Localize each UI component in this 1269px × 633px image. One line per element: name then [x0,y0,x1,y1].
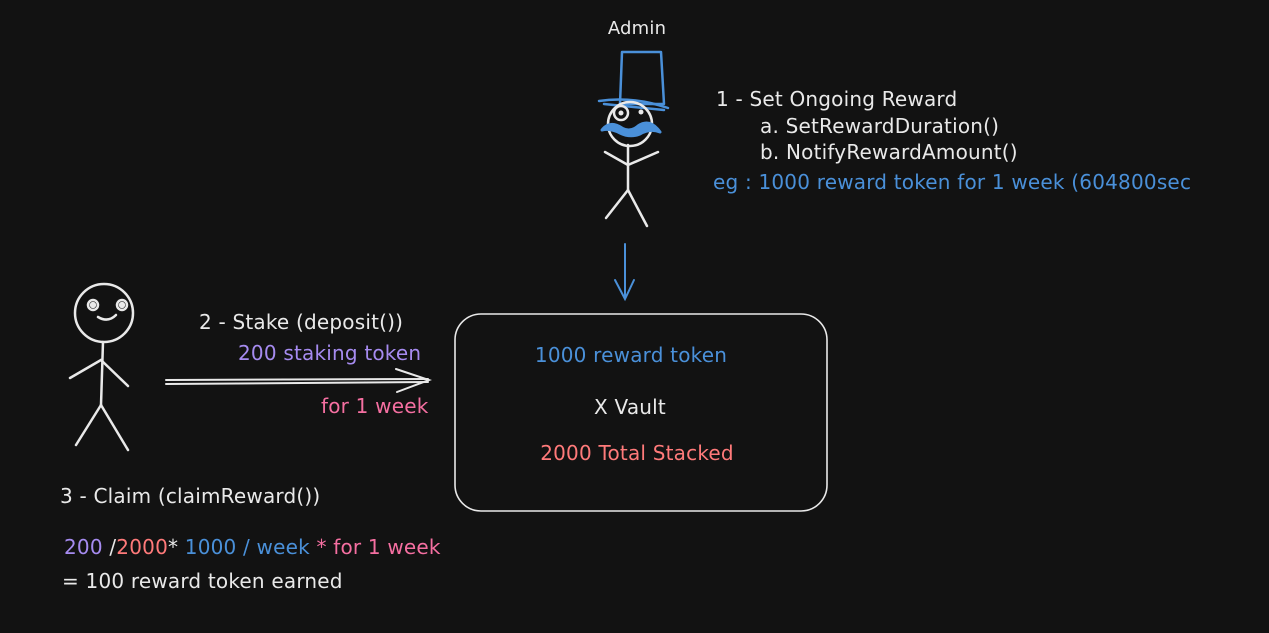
admin-step-title: 1 - Set Ongoing Reward [716,87,958,111]
stake-arrow [165,368,432,393]
formula-duration: for 1 week [333,535,441,559]
vault-total-staked: 2000 Total Stacked [540,441,734,465]
admin-substep-a: a. SetRewardDuration() [760,114,1000,138]
claim-result: = 100 reward token earned [62,569,343,593]
vault-name: X Vault [594,395,666,419]
claim-step-title: 3 - Claim (claimReward()) [60,484,321,508]
admin-stick-figure-icon [597,50,670,228]
admin-example: eg : 1000 reward token for 1 week (60480… [713,170,1192,194]
admin-label: Admin [607,18,667,39]
admin-substep-b: b. NotifyRewardAmount() [760,140,1018,164]
formula-rate: 1000 / week [184,535,310,559]
stake-amount: 200 staking token [238,341,422,365]
user-stick-figure-icon [68,282,135,452]
admin-to-vault-arrow [614,243,635,302]
formula-total: 2000 [116,535,168,559]
stake-step-title: 2 - Stake (deposit()) [199,310,404,334]
formula-times-2: * [316,535,327,559]
formula-times-1: * [168,535,179,559]
claim-formula: 200 /2000* 1000 / week * for 1 week [64,535,441,559]
vault-reward: 1000 reward token [534,343,728,367]
stake-duration: for 1 week [321,394,429,418]
formula-user-stake: 200 [64,535,103,559]
